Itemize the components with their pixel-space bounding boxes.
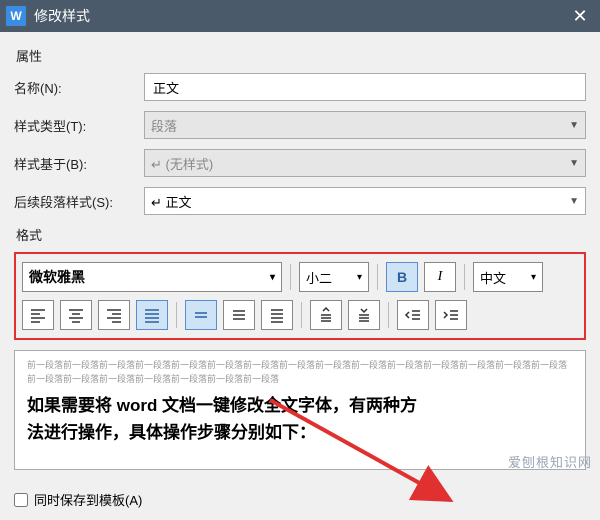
separator [290,264,291,290]
increase-indent-icon [442,306,460,324]
language-select[interactable]: 中文 ▾ [473,262,543,292]
chevron-down-icon: ▼ [569,196,579,207]
chevron-down-icon: ▾ [270,272,275,283]
align-justify-icon [143,306,161,324]
align-center-button[interactable] [60,300,92,330]
font-size-select[interactable]: 小二 ▾ [299,262,369,292]
separator [388,302,389,328]
dialog-title: 修改样式 [34,6,560,26]
para-space-before-inc-icon [317,306,335,324]
format-section-label: 格式 [16,225,586,244]
font-family-value: 微软雅黑 [29,267,85,287]
separator [176,302,177,328]
language-value: 中文 [480,268,506,287]
decrease-indent-icon [404,306,422,324]
line-spacing-15-button[interactable] [223,300,255,330]
chevron-down-icon: ▾ [531,272,536,283]
save-to-template-checkbox[interactable] [14,493,28,507]
decrease-para-space-before-button[interactable] [348,300,380,330]
field-row-name: 名称(N): [14,73,586,101]
increase-para-space-before-button[interactable] [310,300,342,330]
align-left-icon [29,306,47,324]
align-left-button[interactable] [22,300,54,330]
font-size-value: 小二 [306,268,332,287]
preview-sample-line-1: 如果需要将 word 文档一键修改全文字体，有两种方 [27,392,573,419]
line-spacing-1-button[interactable] [185,300,217,330]
following-style-select[interactable]: ↵ 正文 ▼ [144,187,586,215]
format-row-2 [22,300,578,330]
close-button[interactable]: ✕ [560,0,600,32]
style-type-label: 样式类型(T): [14,116,144,135]
chevron-down-icon: ▼ [569,158,579,169]
align-justify-button[interactable] [136,300,168,330]
preview-context-text: 前一段落前一段落前一段落前一段落前一段落前一段落前一段落前一段落前一段落前一段落… [27,359,573,386]
based-on-select[interactable]: ↵ (无样式) ▼ [144,149,586,177]
style-type-select[interactable]: 段落 ▼ [144,111,586,139]
titlebar: W 修改样式 ✕ [0,0,600,32]
preview-sample-line-2: 法进行操作，具体操作步骤分别如下： [27,419,573,446]
format-toolbar-highlight: 微软雅黑 ▾ 小二 ▾ B I 中文 ▾ [14,252,586,340]
watermark-text: 爱刨根知识网 [508,452,592,471]
chevron-down-icon: ▾ [357,272,362,283]
line-spacing-2-button[interactable] [261,300,293,330]
field-row-based-on: 样式基于(B): ↵ (无样式) ▼ [14,149,586,177]
field-row-following-style: 后续段落样式(S): ↵ 正文 ▼ [14,187,586,215]
dialog-bottom-row: 同时保存到模板(A) [0,480,600,519]
line-spacing-1-icon [192,306,210,324]
name-label: 名称(N): [14,78,144,97]
based-on-value: ↵ (无样式) [151,154,213,173]
style-type-value: 段落 [151,116,177,135]
increase-indent-button[interactable] [435,300,467,330]
save-to-template-checkbox-wrap[interactable]: 同时保存到模板(A) [14,490,142,509]
line-spacing-2-icon [268,306,286,324]
italic-button[interactable]: I [424,262,456,292]
based-on-label: 样式基于(B): [14,154,144,173]
chevron-down-icon: ▼ [569,120,579,131]
save-to-template-label: 同时保存到模板(A) [34,490,142,509]
para-space-before-dec-icon [355,306,373,324]
line-spacing-15-icon [230,306,248,324]
bold-button[interactable]: B [386,262,418,292]
align-right-icon [105,306,123,324]
font-family-select[interactable]: 微软雅黑 ▾ [22,262,282,292]
align-center-icon [67,306,85,324]
preview-sample-text: 如果需要将 word 文档一键修改全文字体，有两种方 法进行操作，具体操作步骤分… [27,392,573,446]
separator [464,264,465,290]
close-icon: ✕ [572,6,587,27]
following-style-value: ↵ 正文 [151,192,192,211]
name-input[interactable] [144,73,586,101]
separator [377,264,378,290]
align-right-button[interactable] [98,300,130,330]
properties-section-label: 属性 [16,46,586,65]
format-row-1: 微软雅黑 ▾ 小二 ▾ B I 中文 ▾ [22,262,578,292]
separator [301,302,302,328]
following-style-label: 后续段落样式(S): [14,192,144,211]
app-logo-icon: W [6,6,26,26]
dialog-content: 属性 名称(N): 样式类型(T): 段落 ▼ 样式基于(B): ↵ (无样式)… [0,32,600,480]
decrease-indent-button[interactable] [397,300,429,330]
style-preview: 前一段落前一段落前一段落前一段落前一段落前一段落前一段落前一段落前一段落前一段落… [14,350,586,470]
field-row-style-type: 样式类型(T): 段落 ▼ [14,111,586,139]
